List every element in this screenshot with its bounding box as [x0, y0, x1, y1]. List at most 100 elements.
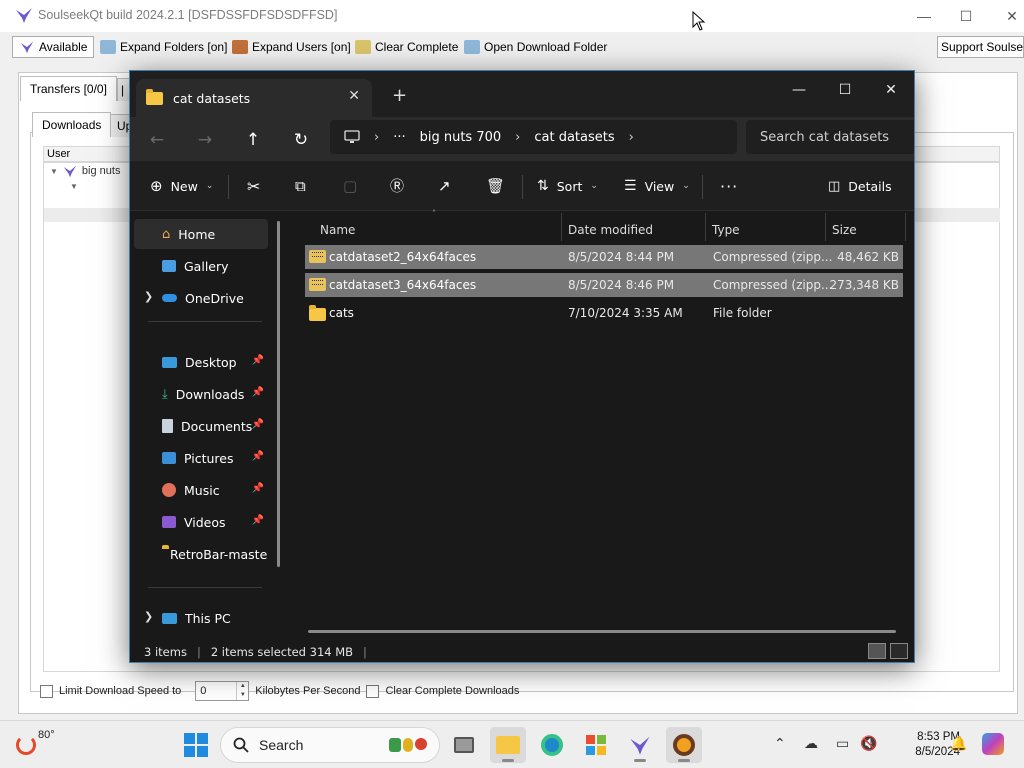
file-row[interactable]: catdataset3_64x64faces 8/5/2024 8:46 PM …	[305, 273, 903, 297]
cut-icon[interactable]: ✂	[247, 175, 260, 197]
up-arrow-icon[interactable]: ↑	[238, 127, 268, 153]
mouse-cursor-icon	[692, 11, 706, 31]
speed-limit-spinbox[interactable]: 0 ▲ ▼	[195, 681, 250, 701]
taskbar: 80° Search ⌃ ☁ ▭ 🔇 8:53 PM 8/5/2024 🔔	[0, 720, 1024, 768]
expand-arrow-icon[interactable]: ▼	[70, 182, 78, 191]
expand-arrow-icon[interactable]: ▼	[50, 167, 58, 176]
new-button[interactable]: ⊕ New ⌄	[150, 175, 213, 197]
soulseek-taskbar-icon[interactable]	[622, 727, 658, 763]
sort-button[interactable]: ⇅ Sort ⌄	[537, 175, 598, 197]
horizontal-scrollbar[interactable]	[308, 630, 896, 633]
share-icon[interactable]: ↗	[438, 175, 451, 197]
nav-item-downloads[interactable]: ⤓ Downloads 📌	[134, 379, 268, 409]
broom-icon	[355, 40, 371, 54]
column-header-type[interactable]: Type	[712, 217, 740, 243]
display-icon[interactable]: ▭	[836, 735, 849, 752]
nav-item-desktop[interactable]: Desktop 📌	[134, 347, 268, 377]
close-tab-icon[interactable]: ✕	[348, 88, 360, 104]
copy-icon[interactable]: ⧉	[295, 175, 306, 197]
divider	[561, 213, 562, 241]
chevron-up-icon[interactable]: ⌃	[774, 735, 786, 752]
tiles-view-icon[interactable]	[890, 643, 908, 659]
task-view-icon[interactable]	[446, 727, 482, 763]
file-explorer-taskbar-icon[interactable]	[490, 727, 526, 763]
limit-speed-checkbox[interactable]	[40, 684, 53, 698]
expand-folders-button[interactable]: Expand Folders [on]	[100, 36, 227, 58]
nav-item-home[interactable]: ⌂ Home	[134, 219, 268, 249]
view-button[interactable]: ☰ View ⌄	[624, 175, 690, 197]
expand-users-button[interactable]: Expand Users [on]	[232, 36, 351, 58]
paste-icon[interactable]: ▢	[343, 175, 357, 197]
edge-icon[interactable]	[534, 727, 570, 763]
close-button[interactable]: ✕	[868, 75, 914, 105]
back-arrow-icon[interactable]: ←	[142, 127, 172, 153]
pin-icon[interactable]: 📌	[252, 419, 264, 430]
delete-icon[interactable]: 🗑	[486, 175, 505, 197]
explorer-tab[interactable]: cat datasets ✕	[136, 79, 372, 117]
details-view-icon[interactable]	[868, 643, 886, 659]
support-button[interactable]: Support Soulseek	[937, 36, 1024, 58]
pin-icon[interactable]: 📌	[252, 451, 264, 462]
chevron-right-icon[interactable]: ›	[629, 130, 634, 145]
minimize-button[interactable]: —	[906, 4, 942, 28]
pin-icon[interactable]: 📌	[252, 387, 264, 398]
weather-icon	[16, 735, 36, 755]
new-tab-icon[interactable]: +	[392, 85, 407, 106]
document-icon	[162, 419, 173, 433]
maximize-button[interactable]: ☐	[948, 4, 984, 28]
clock[interactable]: 8:53 PM 8/5/2024	[880, 730, 960, 760]
breadcrumb-item[interactable]: big nuts 700	[420, 130, 502, 145]
file-row[interactable]: cats 7/10/2024 3:35 AM File folder	[305, 301, 903, 325]
pin-icon[interactable]: 📌	[252, 355, 264, 366]
nav-item-retrobar[interactable]: RetroBar-master	[134, 539, 268, 569]
ellipsis-icon[interactable]: ···	[393, 130, 405, 145]
pin-icon[interactable]: 📌	[252, 515, 264, 526]
obs-icon[interactable]	[666, 727, 702, 763]
nav-scrollbar[interactable]	[277, 221, 280, 567]
nav-item-onedrive[interactable]: ❯ OneDrive	[134, 283, 268, 313]
taskbar-search[interactable]: Search	[220, 727, 440, 763]
tab-downloads[interactable]: Downloads	[32, 112, 112, 137]
copilot-icon[interactable]	[982, 733, 1004, 755]
minimize-button[interactable]: —	[776, 75, 822, 105]
nav-item-documents[interactable]: Documents 📌	[134, 411, 268, 441]
chevron-right-icon[interactable]: ❯	[144, 290, 153, 303]
weather-widget[interactable]: 80°	[16, 729, 55, 755]
clear-complete-button[interactable]: Clear Complete	[355, 36, 458, 58]
forward-arrow-icon[interactable]: →	[190, 127, 220, 153]
more-options-icon[interactable]: ···	[720, 175, 738, 197]
mute-icon[interactable]: 🔇	[860, 735, 877, 752]
nav-item-this-pc[interactable]: ❯ This PC	[134, 603, 268, 633]
nav-item-music[interactable]: Music 📌	[134, 475, 268, 505]
tab-transfers[interactable]: Transfers [0/0]	[20, 76, 117, 101]
nav-item-gallery[interactable]: Gallery	[134, 251, 268, 281]
breadcrumb[interactable]: › ··· big nuts 700 › cat datasets ›	[330, 120, 737, 154]
folder-icon	[309, 305, 326, 321]
available-button[interactable]: Available	[12, 36, 95, 58]
chevron-right-icon[interactable]: ❯	[144, 610, 153, 623]
clear-complete-downloads-checkbox[interactable]	[366, 684, 380, 698]
details-pane-icon: ◫	[828, 178, 841, 194]
column-header-date[interactable]: Date modified	[568, 217, 653, 243]
network-off-icon[interactable]: ☁	[804, 735, 818, 752]
rename-icon[interactable]: Ⓡ	[390, 175, 404, 197]
column-header-size[interactable]: Size	[832, 217, 857, 243]
divider	[702, 175, 703, 199]
maximize-button[interactable]: ☐	[822, 75, 868, 105]
user-row[interactable]: ▼ big nuts	[50, 164, 120, 178]
nav-item-pictures[interactable]: Pictures 📌	[134, 443, 268, 473]
pin-icon[interactable]: 📌	[252, 483, 264, 494]
notification-bell-icon[interactable]: 🔔	[950, 735, 967, 752]
breadcrumb-item[interactable]: cat datasets	[534, 130, 614, 145]
close-button[interactable]: ✕	[994, 4, 1024, 28]
windows-start-icon[interactable]	[182, 731, 210, 759]
refresh-icon[interactable]: ↻	[286, 127, 316, 153]
nav-item-videos[interactable]: Videos 📌	[134, 507, 268, 537]
column-header-name[interactable]: Name	[320, 217, 355, 243]
open-download-folder-button[interactable]: Open Download Folder	[464, 36, 607, 58]
store-icon[interactable]	[578, 727, 614, 763]
spin-arrows-icon[interactable]: ▲ ▼	[236, 682, 248, 700]
details-button[interactable]: ◫ Details	[828, 175, 892, 197]
file-row[interactable]: catdataset2_64x64faces 8/5/2024 8:44 PM …	[305, 245, 903, 269]
search-input[interactable]: Search cat datasets	[746, 120, 914, 154]
